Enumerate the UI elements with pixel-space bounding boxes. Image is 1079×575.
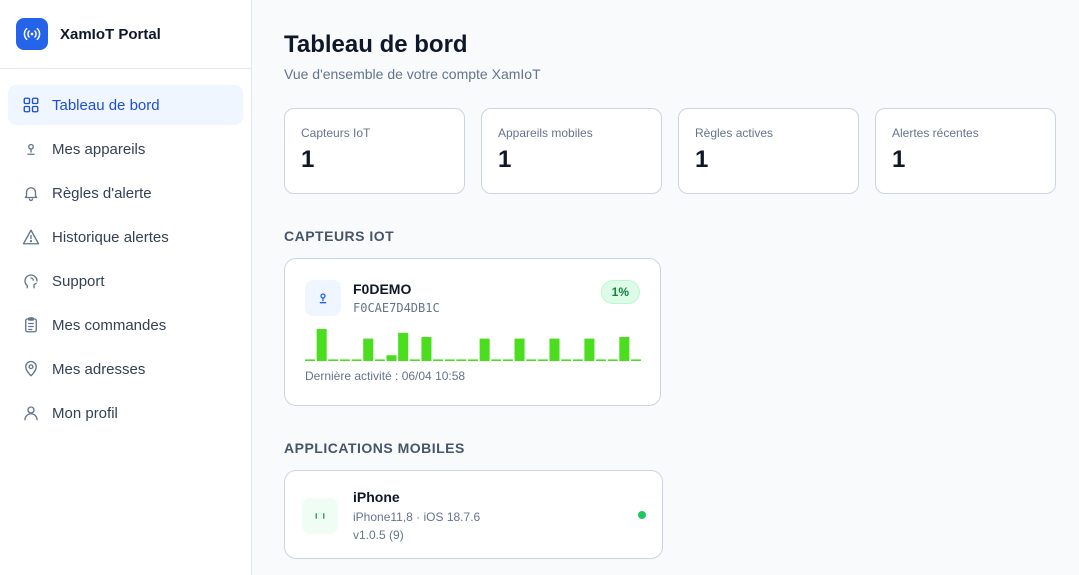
stat-label: Capteurs IoT <box>301 126 371 140</box>
activity-bar <box>363 338 374 361</box>
wireless-signal-icon <box>16 18 48 50</box>
activity-bar <box>572 359 583 361</box>
activity-bar <box>467 359 479 361</box>
support-icon <box>22 272 40 290</box>
activity-bar <box>584 338 595 361</box>
stat-card-active-rules: Règles actives 1 <box>678 108 859 194</box>
sidebar-item-label: Mon profil <box>52 404 118 422</box>
sidebar-item-orders[interactable]: Mes commandes <box>8 305 243 345</box>
activity-bar <box>374 359 385 361</box>
stat-card-mobile-devices: Appareils mobiles 1 <box>481 108 662 194</box>
activity-bar <box>433 359 444 361</box>
activity-bar <box>526 359 537 361</box>
activity-bar <box>421 337 432 361</box>
online-status-dot <box>638 511 646 519</box>
activity-bar <box>386 355 397 361</box>
activity-bar <box>479 338 490 361</box>
activity-bar <box>596 359 607 361</box>
activity-bar <box>619 337 630 361</box>
sidebar-item-label: Historique alertes <box>52 228 169 246</box>
sidebar-nav: Tableau de bord Mes appareils Règles d'a… <box>0 69 251 433</box>
battery-badge: 1% <box>600 280 640 304</box>
sidebar-item-dashboard[interactable]: Tableau de bord <box>8 85 243 125</box>
activity-bar <box>351 359 362 361</box>
stat-value: 1 <box>301 146 315 173</box>
sidebar: XamIoT Portal Tableau de bord Mes appare… <box>0 0 252 575</box>
sensor-card[interactable]: F0DEMO F0CAE7D4DB1C 1% Dernière activité… <box>284 258 661 406</box>
activity-bar <box>456 359 467 361</box>
sidebar-item-alert-history[interactable]: Historique alertes <box>8 217 243 257</box>
activity-bar <box>444 359 455 361</box>
user-icon <box>22 404 40 422</box>
sidebar-item-label: Support <box>52 272 105 290</box>
sidebar-item-addresses[interactable]: Mes adresses <box>8 349 243 389</box>
activity-bar <box>561 359 572 361</box>
sensor-icon <box>22 140 40 158</box>
section-title-mobile-apps: APPLICATIONS MOBILES <box>284 440 465 456</box>
grid-icon <box>22 96 40 114</box>
warning-icon <box>22 228 40 246</box>
activity-bar <box>305 359 316 361</box>
brand: XamIoT Portal <box>0 0 251 69</box>
clipboard-icon <box>22 316 40 334</box>
sidebar-item-profile[interactable]: Mon profil <box>8 393 243 433</box>
sidebar-item-label: Mes adresses <box>52 360 146 378</box>
activity-bar <box>549 338 560 361</box>
page-title: Tableau de bord <box>284 31 468 58</box>
sidebar-item-label: Mes commandes <box>52 316 167 334</box>
stats-row: Capteurs IoT 1 Appareils mobiles 1 Règle… <box>284 108 1056 194</box>
sidebar-item-devices[interactable]: Mes appareils <box>8 129 243 169</box>
stat-value: 1 <box>892 146 906 173</box>
bell-icon <box>22 184 40 202</box>
sensor-icon <box>305 280 341 316</box>
stat-label: Alertes récentes <box>892 126 979 140</box>
activity-bar <box>491 359 502 361</box>
activity-bar <box>316 329 327 361</box>
activity-bar <box>409 359 420 361</box>
activity-bar <box>339 359 350 361</box>
activity-sparkline <box>305 329 641 361</box>
sidebar-item-support[interactable]: Support <box>8 261 243 301</box>
app-name: XamIoT Portal <box>60 25 161 43</box>
page-subtitle: Vue d'ensemble de votre compte XamIoT <box>284 66 541 82</box>
sensor-name: F0DEMO <box>353 281 412 297</box>
activity-bar <box>502 359 513 361</box>
sidebar-item-alert-rules[interactable]: Règles d'alerte <box>8 173 243 213</box>
activity-bar <box>328 359 339 361</box>
sensor-id: F0CAE7D4DB1C <box>353 301 440 315</box>
last-activity: Dernière activité : 06/04 10:58 <box>305 369 466 383</box>
activity-bar <box>630 359 641 361</box>
section-title-iot-sensors: CAPTEURS IOT <box>284 228 395 244</box>
device-name: iPhone <box>353 489 400 505</box>
sidebar-item-label: Règles d'alerte <box>52 184 152 202</box>
activity-bar <box>398 332 409 361</box>
app-version: v1.0.5 (9) <box>353 528 404 542</box>
stat-label: Règles actives <box>695 126 774 140</box>
sidebar-item-label: Tableau de bord <box>52 96 160 114</box>
stat-value: 1 <box>498 146 512 173</box>
stat-card-recent-alerts: Alertes récentes 1 <box>875 108 1056 194</box>
activity-bar <box>514 338 525 361</box>
device-model: iPhone11,8 · iOS 18.7.6 <box>353 510 481 524</box>
map-pin-icon <box>22 360 40 378</box>
phone-icon <box>302 498 338 534</box>
activity-bar <box>607 359 618 361</box>
sidebar-item-label: Mes appareils <box>52 140 146 158</box>
stat-card-iot-sensors: Capteurs IoT 1 <box>284 108 465 194</box>
device-card[interactable]: iPhone iPhone11,8 · iOS 18.7.6 v1.0.5 (9… <box>284 470 663 559</box>
main-content: Tableau de bord Vue d'ensemble de votre … <box>252 0 1079 575</box>
stat-value: 1 <box>695 146 709 173</box>
stat-label: Appareils mobiles <box>498 126 593 140</box>
activity-bar <box>537 359 548 361</box>
